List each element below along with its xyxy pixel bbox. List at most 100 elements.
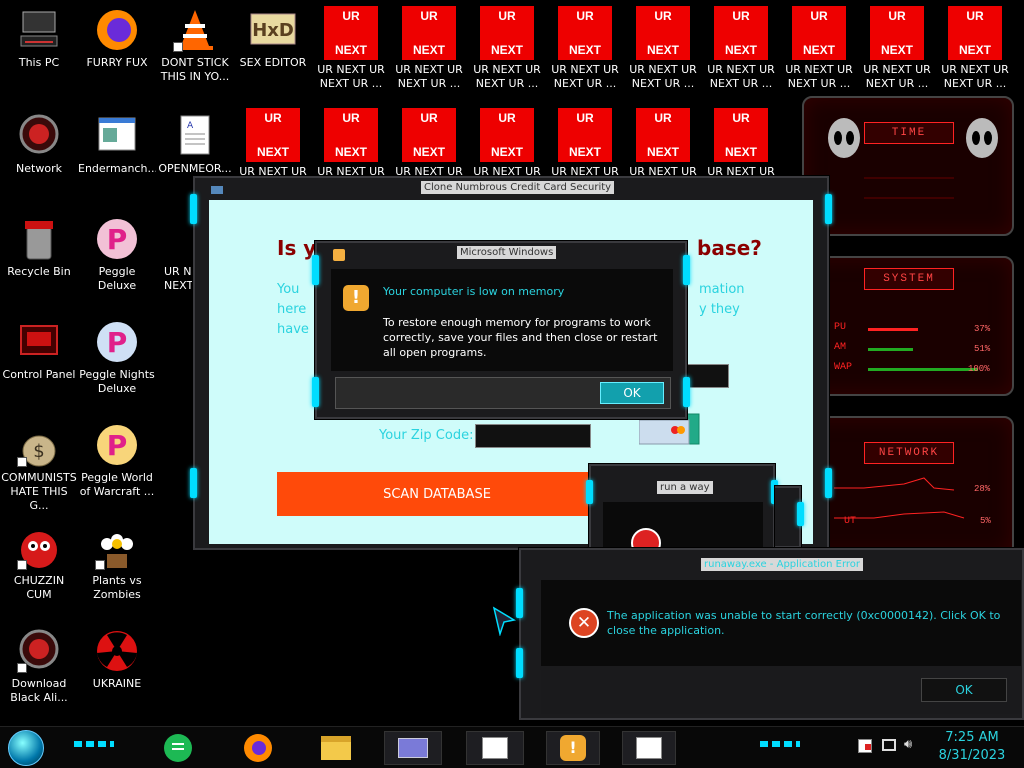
ram-label: AM bbox=[834, 342, 847, 353]
sex-editor-icon[interactable]: HxD SEX EDITOR bbox=[234, 6, 312, 70]
radiation-icon bbox=[93, 627, 141, 675]
svg-text:P: P bbox=[107, 429, 128, 462]
intro-text: here bbox=[277, 302, 307, 317]
next-text: NEXT bbox=[412, 145, 445, 159]
time-title: TIME bbox=[864, 122, 954, 144]
firefox-taskbar-icon[interactable] bbox=[240, 731, 276, 765]
desktop-icon-label: Peggle Deluxe bbox=[97, 265, 137, 292]
zip-label: Your Zip Code: bbox=[379, 428, 474, 443]
document-taskbar-button[interactable] bbox=[622, 731, 676, 765]
ur-next-icon[interactable]: UR NEXT UR NEXT UR NEXT UR ... bbox=[624, 6, 702, 91]
frame-tab bbox=[683, 377, 690, 407]
ur-next-icon[interactable]: UR NEXT UR NEXT UR bbox=[234, 108, 312, 179]
furry-fux-icon[interactable]: FURRY FUX bbox=[78, 6, 156, 70]
plants-vs-zombies-icon[interactable]: Plants vs Zombies bbox=[78, 524, 156, 602]
ur-next-icon[interactable]: UR NEXT UR NEXT UR NEXT UR ... bbox=[780, 6, 858, 91]
zip-input[interactable] bbox=[475, 424, 591, 448]
chuzzin-icon[interactable]: CHUZZIN CUM bbox=[0, 524, 78, 602]
communists-icon[interactable]: $ COMMUNISTS HATE THIS G... bbox=[0, 421, 78, 513]
peggle-icon: P bbox=[93, 318, 141, 366]
ur-next-tile-icon: UR NEXT bbox=[558, 6, 612, 60]
ur-next-icon[interactable]: UR NEXT UR NEXT UR bbox=[468, 108, 546, 179]
warning-taskbar-button[interactable]: ! bbox=[546, 731, 600, 765]
endermanch-icon[interactable]: Endermanch... bbox=[78, 112, 156, 176]
ur-next-icon[interactable]: UR NEXT UR NEXT UR bbox=[546, 108, 624, 179]
dialog-title: Microsoft Windows bbox=[457, 246, 557, 259]
file-explorer-icon[interactable] bbox=[318, 731, 354, 765]
low-memory-dialog[interactable]: Microsoft Windows ! Your computer is low… bbox=[312, 241, 690, 419]
ur-text: UR bbox=[498, 111, 516, 125]
credit-card-taskbar-button[interactable] bbox=[384, 731, 442, 765]
ur-next-icon[interactable]: UR NEXT UR NEXT UR NEXT UR ... bbox=[390, 6, 468, 91]
control-panel-glyph-icon bbox=[15, 318, 63, 366]
money-bag-icon: $ bbox=[15, 421, 63, 469]
desktop-icon-label: CHUZZIN CUM bbox=[13, 574, 65, 601]
frame-tab bbox=[825, 468, 832, 498]
next-text: NEXT bbox=[646, 145, 679, 159]
document-taskbar-button[interactable] bbox=[466, 731, 524, 765]
title-bar[interactable]: runaway.exe - Application Error bbox=[521, 550, 1022, 571]
firefox-icon bbox=[93, 6, 141, 54]
desktop-icon-label: This PC bbox=[18, 56, 60, 69]
notes-app-icon[interactable] bbox=[160, 731, 196, 765]
scan-database-button[interactable]: SCAN DATABASE bbox=[277, 472, 597, 516]
dialog-body: ✕ The application was unable to start co… bbox=[541, 580, 1021, 666]
ur-next-tile-icon: UR NEXT bbox=[558, 108, 612, 162]
ur-next-icon[interactable]: UR NEXT UR NEXT UR NEXT UR ... bbox=[468, 6, 546, 91]
time-panel: TIME bbox=[802, 96, 1014, 236]
desktop-icon-label: UR NEXT UR NEXT UR ... bbox=[551, 63, 619, 90]
openmeor-icon[interactable]: A OPENMEOR... bbox=[156, 112, 234, 176]
start-button[interactable] bbox=[8, 730, 44, 766]
peggle-world-icon[interactable]: P Peggle World of Warcraft ... bbox=[78, 421, 156, 499]
net-down-value: 5% bbox=[980, 516, 991, 526]
ur-next-tile-icon: UR NEXT bbox=[636, 6, 690, 60]
network-status-icon[interactable] bbox=[882, 739, 896, 751]
svg-text:P: P bbox=[107, 223, 128, 256]
application-error-dialog[interactable]: runaway.exe - Application Error ✕ The ap… bbox=[516, 548, 1024, 720]
this-pc-icon[interactable]: This PC bbox=[0, 6, 78, 70]
desktop-icon-label: UR NEXT UR NEXT UR ... bbox=[941, 63, 1009, 90]
frame-tab bbox=[190, 194, 197, 224]
desktop: This PC Network Recycle Bin Control Pane… bbox=[0, 0, 1024, 768]
error-message: The application was unable to start corr… bbox=[607, 609, 1001, 637]
ur-text: UR bbox=[810, 9, 828, 23]
recycle-bin-icon[interactable]: Recycle Bin bbox=[0, 215, 78, 279]
ur-next-icon[interactable]: UR NEXT UR NEXT UR NEXT UR ... bbox=[546, 6, 624, 91]
next-text: NEXT bbox=[724, 145, 757, 159]
network-panel: NETWORK 28% UT 5% bbox=[802, 416, 1014, 556]
title-bar[interactable]: Microsoft Windows bbox=[317, 243, 685, 263]
ur-text: UR bbox=[888, 9, 906, 23]
download-icon[interactable]: Download Black Ali... bbox=[0, 627, 78, 705]
document-window-icon bbox=[93, 112, 141, 160]
dont-stick-icon[interactable]: DONT STICK THIS IN YO... bbox=[156, 6, 234, 84]
ur-next-icon[interactable]: UR NEXT UR NEXT UR bbox=[312, 108, 390, 179]
frame-tab bbox=[683, 255, 690, 285]
desktop-icon-label: UR NEXT UR NEXT UR ... bbox=[863, 63, 931, 90]
ok-button[interactable]: OK bbox=[921, 678, 1007, 702]
ur-next-tile-icon: UR NEXT bbox=[480, 108, 534, 162]
ok-button[interactable]: OK bbox=[600, 382, 664, 404]
network-icon[interactable]: Network bbox=[0, 112, 78, 176]
peggle-deluxe-icon[interactable]: P Peggle Deluxe bbox=[78, 215, 156, 293]
ur-next-icon[interactable]: UR NEXT UR NEXT UR NEXT UR ... bbox=[936, 6, 1014, 91]
clock[interactable]: 7:25 AM 8/31/2023 bbox=[928, 729, 1016, 765]
ur-next-icon[interactable]: UR NEXT UR NEXT UR bbox=[624, 108, 702, 179]
warning-app-icon bbox=[333, 249, 345, 261]
ur-next-icon[interactable]: UR NEXT UR NEXT UR bbox=[702, 108, 780, 179]
runaway-small-window[interactable]: run a way bbox=[586, 464, 778, 558]
desktop-icon-label: OPENMEOR... bbox=[158, 162, 232, 175]
cursor-icon bbox=[492, 606, 517, 636]
ukraine-icon[interactable]: UKRAINE bbox=[78, 627, 156, 691]
next-text: NEXT bbox=[412, 43, 445, 57]
ur-next-icon[interactable]: UR NEXT UR NEXT UR NEXT UR ... bbox=[858, 6, 936, 91]
ur-next-icon[interactable]: UR NEXT UR NEXT UR NEXT UR ... bbox=[312, 6, 390, 91]
flag-icon[interactable] bbox=[858, 739, 872, 753]
ur-next-icon[interactable]: UR NEXT UR NEXT UR NEXT UR ... bbox=[702, 6, 780, 91]
peggle-nights-icon[interactable]: P Peggle Nights Deluxe bbox=[78, 318, 156, 396]
control-panel-icon[interactable]: Control Panel bbox=[0, 318, 78, 382]
volume-icon[interactable]: 🔊︎ bbox=[904, 737, 912, 752]
text-document-icon: A bbox=[171, 112, 219, 160]
ur-next-icon[interactable]: UR NEXT UR NEXT UR bbox=[390, 108, 468, 179]
title-bar[interactable]: Clone Numbrous Credit Card Security bbox=[195, 178, 827, 198]
clock-time: 7:25 AM bbox=[945, 730, 999, 745]
